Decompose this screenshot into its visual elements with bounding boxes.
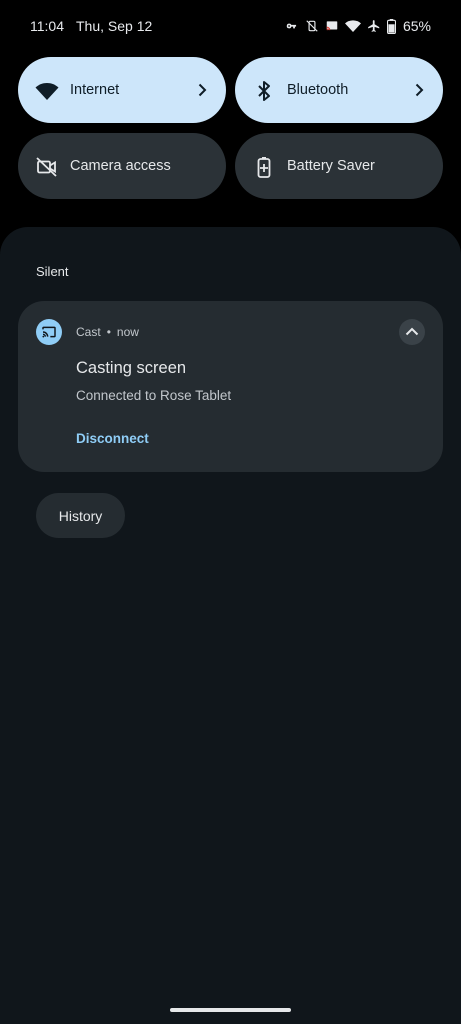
notification-card-cast[interactable]: Cast • now Casting screen Connected to Ros… <box>18 301 443 472</box>
chevron-up-icon <box>405 327 419 336</box>
vpn-key-icon <box>286 23 297 29</box>
bluetooth-icon <box>258 81 270 101</box>
status-icons: 65% <box>285 16 431 36</box>
collapse-button[interactable] <box>399 319 425 345</box>
camera-off-icon <box>36 157 57 177</box>
cast-app-icon <box>36 319 62 345</box>
notification-text: Connected to Rose Tablet <box>76 388 232 403</box>
meta-separator: • <box>106 325 111 339</box>
home-indicator[interactable] <box>170 1008 291 1012</box>
wifi-icon <box>344 20 361 32</box>
cast-icon <box>42 326 56 338</box>
section-label-silent: Silent <box>36 264 69 279</box>
disconnect-button[interactable]: Disconnect <box>76 431 149 446</box>
notification-app-name: Cast <box>76 325 101 339</box>
tile-battery-saver-label: Battery Saver <box>287 158 375 174</box>
status-time: 11:04 <box>30 18 64 34</box>
wifi-icon <box>35 83 59 100</box>
history-button[interactable]: History <box>36 493 125 538</box>
airplane-icon <box>368 20 380 32</box>
tile-internet-label: Internet <box>70 82 120 98</box>
tile-camera-access[interactable]: Camera access <box>18 133 226 199</box>
notification-time: now <box>116 325 139 339</box>
tile-internet[interactable]: Internet <box>18 57 226 123</box>
cast-icon <box>326 21 338 31</box>
vibrate-off-icon <box>306 20 318 32</box>
chevron-right-icon[interactable] <box>194 82 210 98</box>
notification-title: Casting screen <box>76 359 187 377</box>
tile-bluetooth[interactable]: Bluetooth <box>235 57 443 123</box>
tile-bluetooth-label: Bluetooth <box>287 82 349 98</box>
battery-percent: 65% <box>402 18 431 34</box>
tile-battery-saver[interactable]: Battery Saver <box>235 133 443 199</box>
battery-icon <box>386 18 396 34</box>
chevron-right-icon[interactable] <box>411 82 427 98</box>
status-date: Thu, Sep 12 <box>76 18 153 34</box>
status-bar: 11:04 Thu, Sep 12 65% <box>0 0 461 52</box>
tile-camera-access-label: Camera access <box>70 158 171 174</box>
battery-saver-icon <box>257 157 271 178</box>
notification-meta: Cast • now <box>76 325 139 339</box>
